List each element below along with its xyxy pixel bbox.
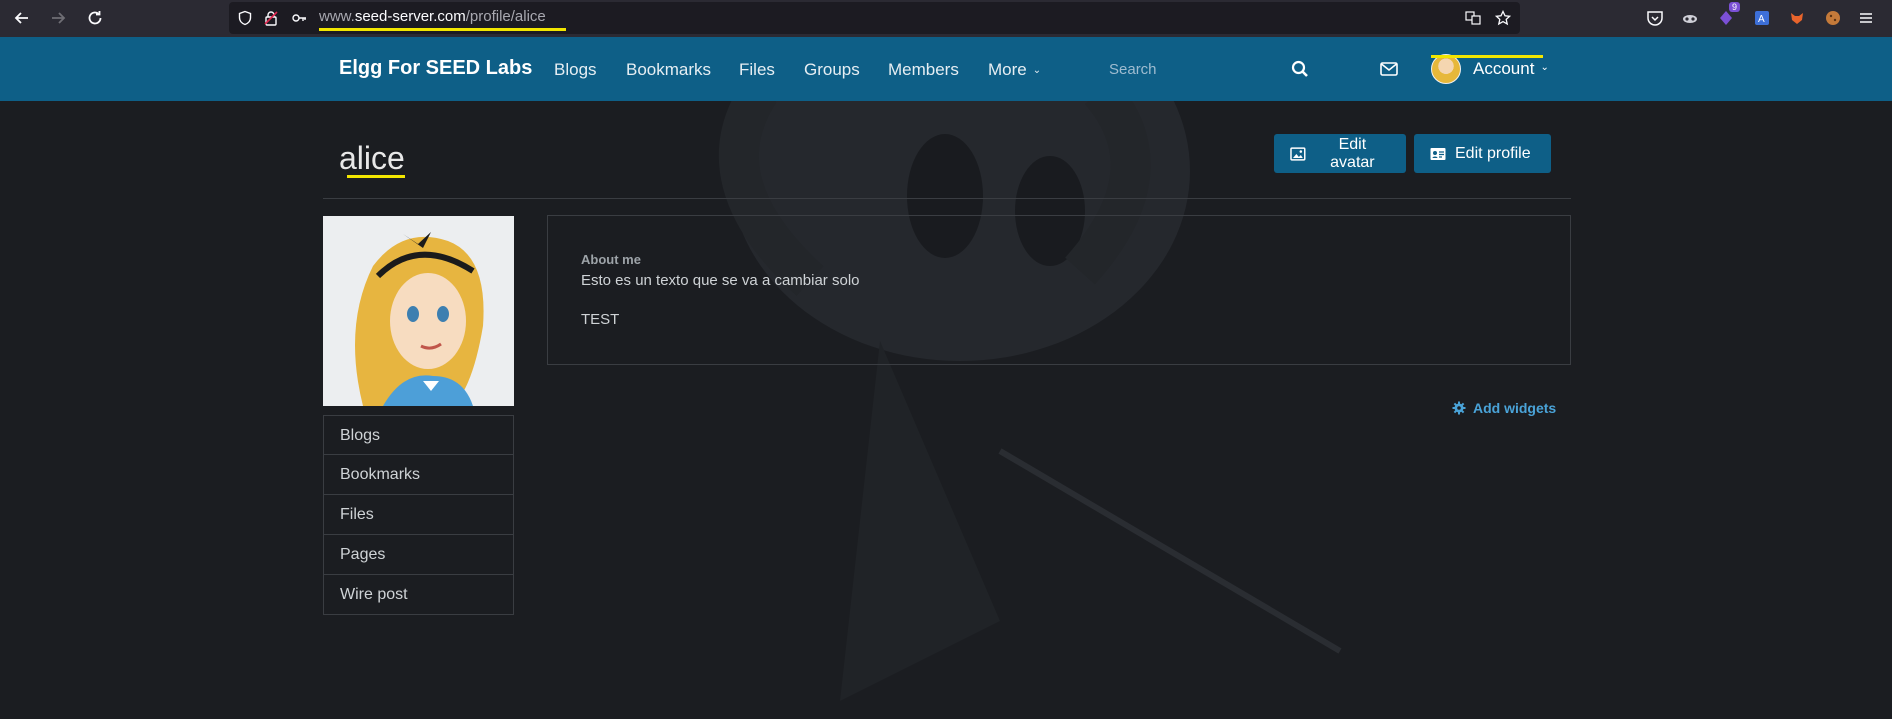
url-host: seed-server.com (354, 8, 466, 25)
title-divider (323, 198, 1571, 199)
edit-avatar-button[interactable]: Edit avatar (1274, 134, 1406, 173)
edit-profile-button[interactable]: Edit profile (1414, 134, 1551, 173)
hamburger-icon (1860, 13, 1872, 23)
account-label: Account (1473, 59, 1535, 78)
chevron-down-icon: ⌄ (1032, 65, 1042, 76)
pocket-icon (1647, 11, 1663, 26)
profile-name-title: alice (339, 140, 405, 176)
messages-envelope-icon[interactable] (1380, 62, 1398, 76)
back-button[interactable] (10, 6, 34, 30)
fox-icon (1791, 13, 1803, 24)
extension-mask-button[interactable] (1680, 8, 1700, 28)
site-header: Elgg For SEED Labs Blogs Bookmarks Files… (0, 37, 1892, 101)
account-highlight (1431, 55, 1543, 58)
nav-groups[interactable]: Groups (804, 60, 860, 80)
profile-avatar-image (323, 216, 514, 406)
translate-extension-button[interactable]: A (1752, 8, 1772, 28)
id-card-icon (1430, 147, 1446, 160)
url-path: /profile/alice (465, 8, 546, 25)
sidebar-item-bookmarks[interactable]: Bookmarks (323, 455, 514, 495)
nav-more[interactable]: More ⌄ (988, 60, 1041, 80)
url-bar[interactable]: www.seed-server.com/profile/alice (229, 2, 1520, 34)
reload-icon (88, 11, 102, 25)
back-arrow-icon (14, 12, 28, 24)
translate-icon[interactable] (1465, 10, 1481, 26)
name-highlight (347, 175, 405, 178)
browser-toolbar: www.seed-server.com/profile/alice 9 A (0, 0, 1892, 37)
nav-blogs[interactable]: Blogs (554, 60, 597, 80)
about-me-text: Esto es un texto que se va a cambiar sol… (581, 272, 860, 289)
edit-profile-label: Edit profile (1455, 144, 1531, 162)
bookmark-star-icon[interactable] (1495, 10, 1511, 26)
cookie-icon (1826, 11, 1840, 25)
pocket-button[interactable] (1645, 8, 1665, 28)
shield-icon[interactable] (237, 10, 253, 26)
about-me-label: About me (581, 252, 641, 267)
url-text[interactable]: www.seed-server.com/profile/alice (319, 8, 546, 25)
extension-badge-button[interactable]: 9 (1716, 2, 1740, 28)
forward-button[interactable] (46, 6, 70, 30)
search-icon[interactable] (1291, 60, 1309, 78)
sidebar-item-files[interactable]: Files (323, 495, 514, 535)
search-input[interactable] (1097, 52, 1321, 86)
background-knight-artwork (718, 101, 1342, 701)
gear-icon (1452, 401, 1466, 415)
sidebar-item-wire-post[interactable]: Wire post (323, 575, 514, 615)
translate-extension-icon: A (1755, 11, 1769, 25)
cookie-extension-button[interactable] (1823, 8, 1843, 28)
app-menu-button[interactable] (1856, 8, 1876, 28)
site-brand-link[interactable]: Elgg For SEED Labs (339, 57, 532, 80)
nav-files[interactable]: Files (739, 60, 775, 80)
lock-icon[interactable] (263, 10, 279, 26)
svg-text:A: A (1758, 14, 1765, 25)
add-widgets-link[interactable]: Add widgets (1452, 400, 1556, 416)
mask-icon (1683, 15, 1697, 23)
owner-block-menu: Blogs Bookmarks Files Pages Wire post (323, 415, 514, 615)
url-highlight (319, 28, 566, 31)
account-avatar (1431, 54, 1461, 84)
key-icon[interactable] (291, 10, 307, 26)
reload-button[interactable] (83, 6, 107, 30)
about-me-panel: About me Esto es un texto que se va a ca… (547, 215, 1571, 365)
forward-arrow-icon (52, 12, 66, 24)
edit-avatar-label: Edit avatar (1330, 135, 1375, 171)
chevron-down-icon: ⌄ (1540, 61, 1549, 73)
sidebar-item-pages[interactable]: Pages (323, 535, 514, 575)
add-widgets-label: Add widgets (1473, 400, 1557, 416)
nav-members[interactable]: Members (888, 60, 959, 80)
fox-extension-button[interactable] (1787, 8, 1807, 28)
extension-badge: 9 (1728, 2, 1740, 12)
about-me-text-2: TEST (581, 311, 620, 328)
sidebar-item-blogs[interactable]: Blogs (323, 415, 514, 455)
image-icon (1290, 146, 1306, 161)
nav-bookmarks[interactable]: Bookmarks (626, 60, 711, 80)
nav-more-label: More (988, 60, 1027, 79)
